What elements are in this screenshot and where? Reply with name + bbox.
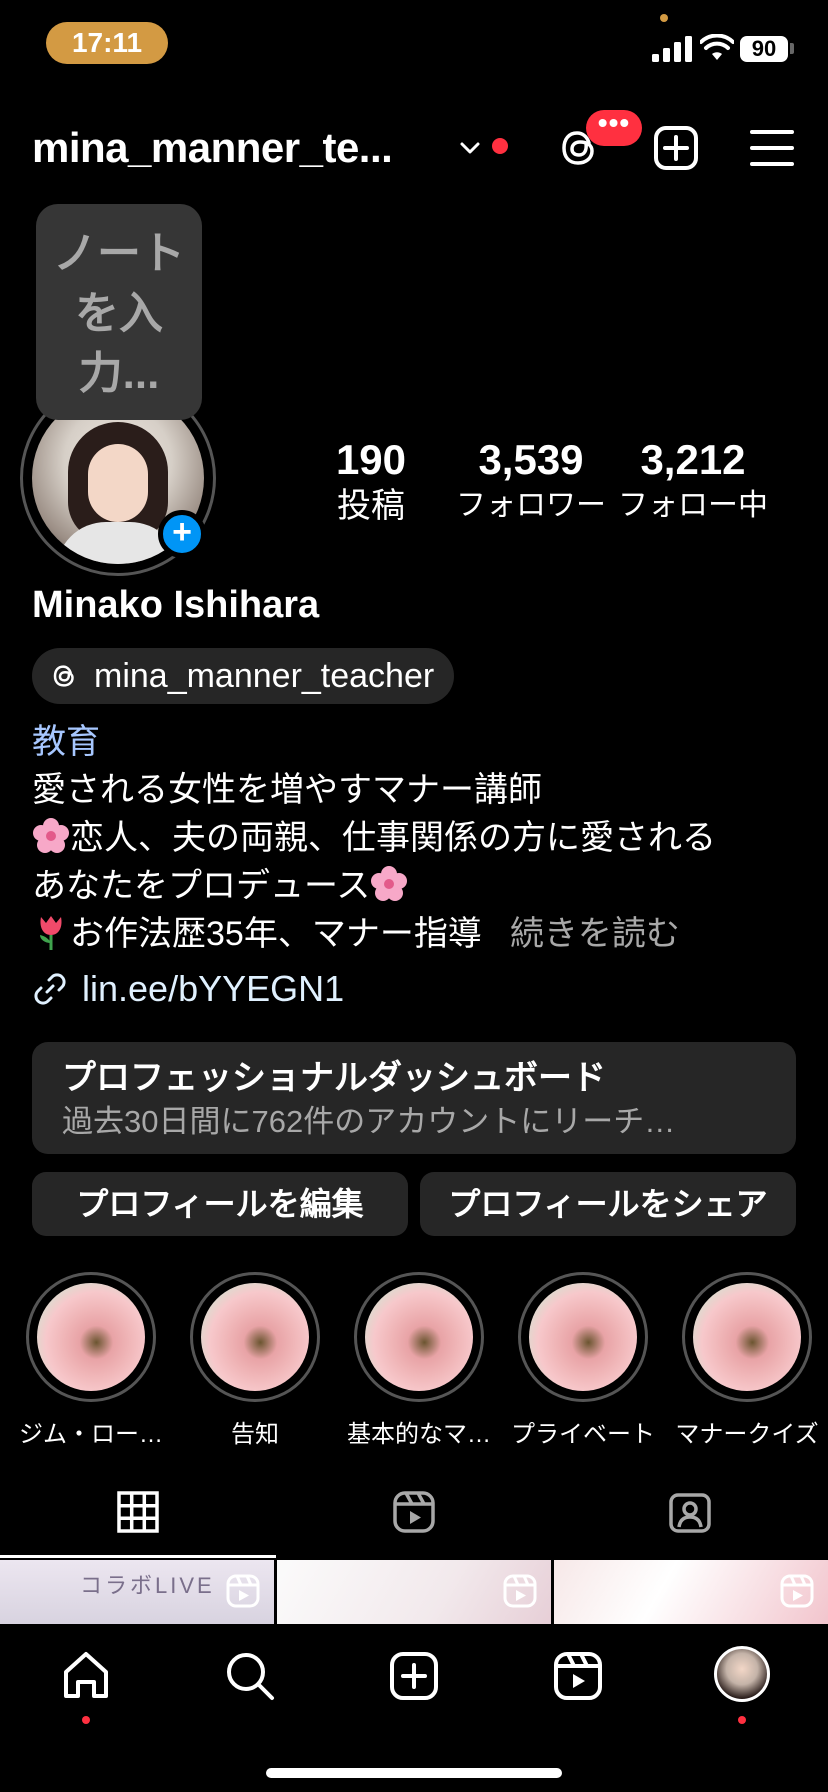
grid-icon (117, 1491, 159, 1533)
story-highlight[interactable]: ジム・ロー… (19, 1272, 163, 1449)
cellular-signal-icon (652, 36, 692, 62)
post-thumbnail-text: コラボLIVE (80, 1573, 215, 1598)
reel-badge-icon (226, 1574, 260, 1608)
add-story-button[interactable]: + (158, 510, 206, 558)
reel-badge-icon (503, 1574, 537, 1608)
highlight-cover-image (37, 1283, 145, 1391)
bio-line: お作法歴35年、マナー指導 続きを読む (32, 910, 812, 958)
following-count[interactable]: 3,212 フォロー中 (618, 434, 768, 526)
home-icon (64, 1652, 108, 1698)
highlight-ring (354, 1272, 484, 1402)
threads-icon (53, 665, 74, 687)
bio-line: 恋人、夫の両親、仕事関係の方に愛される (32, 814, 812, 862)
share-profile-button[interactable]: プロフィールをシェア (420, 1172, 796, 1236)
create-post-icon[interactable] (652, 124, 700, 172)
reels-icon (554, 1652, 602, 1700)
wifi-icon (700, 34, 734, 60)
posts-grid: コラボLIVE (0, 1560, 828, 1624)
reels-icon (393, 1491, 435, 1533)
note-bubble[interactable]: ノートを入力... (36, 204, 202, 420)
battery-indicator: 90 (740, 36, 788, 62)
post-thumbnail[interactable]: コラボLIVE (0, 1560, 274, 1624)
nav-home[interactable] (58, 1648, 114, 1704)
bio: 教育 愛される女性を増やすマナー講師 恋人、夫の両親、仕事関係の方に愛される あ… (32, 718, 812, 958)
bio-link[interactable]: lin.ee/bYYEGN1 (32, 968, 344, 1010)
highlight-ring (682, 1272, 812, 1402)
post-thumbnail[interactable] (277, 1560, 551, 1624)
category-label[interactable]: 教育 (32, 718, 812, 766)
tagged-icon (669, 1493, 711, 1533)
home-indicator[interactable] (266, 1768, 562, 1778)
highlight-label: 告知 (231, 1421, 279, 1448)
threads-profile-link[interactable]: mina_manner_teacher (32, 648, 455, 704)
status-time: 17:11 (46, 22, 168, 64)
threads-notification-badge: ••• (586, 109, 642, 146)
dashboard-title: プロフェッショナルダッシュボード (62, 1059, 606, 1097)
bio-line: 愛される女性を増やすマナー講師 (32, 771, 542, 809)
highlight-ring (26, 1272, 156, 1402)
reel-badge-icon (780, 1574, 814, 1608)
nav-create[interactable] (386, 1648, 442, 1704)
account-notification-dot (492, 138, 508, 154)
tab-reels[interactable] (276, 1466, 552, 1558)
dashboard-subtitle: 過去30日間に762件のアカウントにリーチ… (62, 1104, 676, 1139)
privacy-indicator-dot (660, 14, 668, 22)
following-count-value: 3,212 (640, 436, 746, 483)
read-more-link[interactable]: 続きを読む (510, 915, 680, 953)
highlight-label: プライベート (511, 1421, 655, 1448)
nav-profile-avatar[interactable] (714, 1646, 770, 1702)
bottom-navigation-bar (0, 1624, 828, 1792)
nav-reels[interactable] (550, 1648, 606, 1704)
following-count-label: フォロー中 (618, 489, 768, 522)
followers-count[interactable]: 3,539 フォロワー (456, 434, 606, 526)
threads-handle: mina_manner_teacher (94, 656, 435, 695)
post-thumbnail[interactable] (554, 1560, 828, 1624)
menu-icon[interactable] (748, 126, 796, 170)
chevron-down-icon[interactable] (458, 138, 482, 158)
tab-posts-grid[interactable] (0, 1466, 276, 1558)
posts-count-value: 190 (335, 436, 407, 483)
search-icon (227, 1653, 274, 1700)
story-highlight[interactable]: 基本的なマ… (347, 1272, 491, 1449)
highlight-ring (190, 1272, 320, 1402)
status-bar: 17:11 90 (0, 0, 828, 90)
profile-content-tabs (0, 1466, 828, 1558)
bio-line: あなたをプロデュース (32, 862, 812, 910)
followers-count-label: フォロワー (456, 489, 606, 522)
profile-header: mina_manner_te... ••• (0, 109, 828, 182)
tab-tagged[interactable] (552, 1466, 828, 1558)
highlight-cover-image (201, 1283, 309, 1391)
story-highlight[interactable]: プライベート (511, 1272, 655, 1449)
highlight-label: ジム・ロー… (19, 1421, 163, 1448)
cherry-blossom-emoji-icon (371, 866, 408, 901)
posts-count[interactable]: 190 投稿 (320, 434, 422, 526)
create-post-icon (390, 1652, 438, 1700)
profile-notification-dot (738, 1716, 746, 1724)
highlight-cover-image (693, 1283, 801, 1391)
cherry-blossom-emoji-icon (33, 818, 69, 853)
followers-count-value: 3,539 (478, 436, 584, 483)
highlight-label: マナークイズ (675, 1421, 819, 1448)
highlight-label: 基本的なマ… (347, 1421, 491, 1448)
professional-dashboard-card[interactable]: プロフェッショナルダッシュボード 過去30日間に762件のアカウントにリーチ… (32, 1042, 796, 1154)
story-highlight[interactable]: 告知 (190, 1272, 320, 1449)
nav-search[interactable] (222, 1648, 278, 1704)
story-highlight[interactable]: マナークイズ (675, 1272, 819, 1449)
account-switcher-username[interactable]: mina_manner_te... (32, 124, 393, 172)
link-icon (34, 973, 66, 1005)
highlight-cover-image (529, 1283, 637, 1391)
highlight-ring (518, 1272, 648, 1402)
posts-count-label: 投稿 (337, 487, 405, 525)
edit-profile-button[interactable]: プロフィールを編集 (32, 1172, 408, 1236)
battery-tip (790, 43, 794, 54)
home-notification-dot (82, 1716, 90, 1724)
display-name: Minako Ishihara (32, 584, 320, 626)
highlight-cover-image (365, 1283, 473, 1391)
tulip-emoji-icon (40, 916, 62, 950)
bio-link-text: lin.ee/bYYEGN1 (82, 968, 345, 1009)
